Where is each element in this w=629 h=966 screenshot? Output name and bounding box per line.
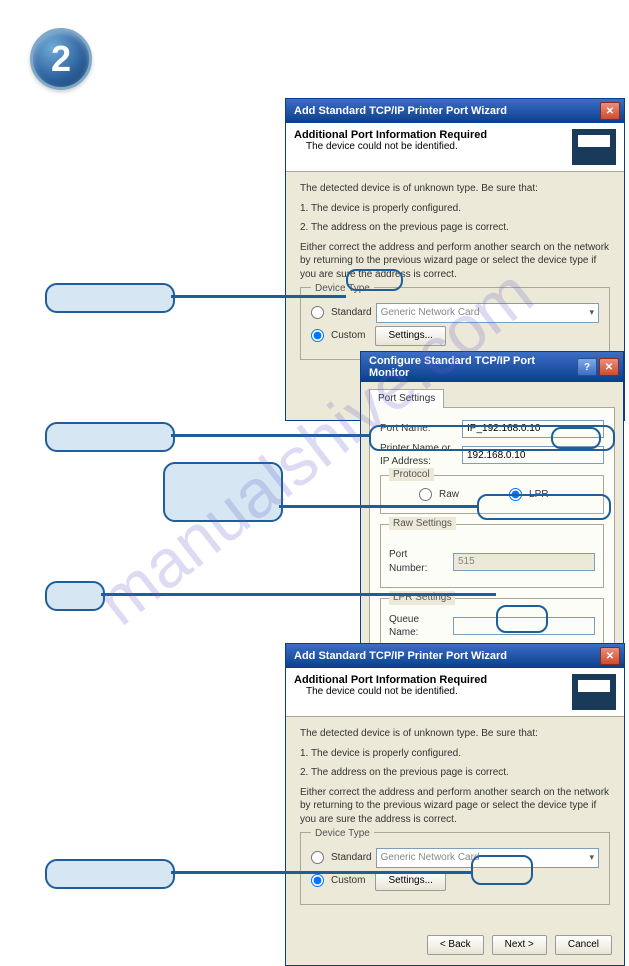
next-button[interactable]: Next > <box>492 935 547 955</box>
radio-custom-label: Custom <box>331 874 365 888</box>
header-bold: Additional Port Information Required <box>294 674 487 686</box>
radio-custom[interactable] <box>311 329 324 342</box>
printer-icon <box>572 129 616 165</box>
port-num-input <box>453 553 595 571</box>
body-text2: Either correct the address and perform a… <box>300 241 610 282</box>
radio-custom[interactable] <box>311 874 324 887</box>
callout-line <box>171 434 369 437</box>
radio-standard-label: Standard <box>331 306 372 320</box>
dialog-body: The detected device is of unknown type. … <box>286 717 624 927</box>
header-bold: Additional Port Information Required <box>294 129 487 141</box>
printer-icon <box>572 674 616 710</box>
dialog-title: Add Standard TCP/IP Printer Port Wizard <box>294 650 507 662</box>
group-legend: Device Type <box>311 282 374 296</box>
chevron-down-icon: ▾ <box>589 306 594 318</box>
callout-box-small <box>45 581 105 611</box>
chevron-down-icon: ▾ <box>589 851 594 863</box>
body-text: The detected device is of unknown type. … <box>300 727 610 741</box>
body-text: The detected device is of unknown type. … <box>300 182 610 196</box>
body-li1: 1. The device is properly configured. <box>300 747 610 761</box>
header-sub: The device could not be identified. <box>306 686 458 697</box>
close-icon[interactable]: ✕ <box>599 358 619 376</box>
callout-box <box>45 859 175 889</box>
card-select[interactable]: Generic Network Card ▾ <box>376 303 599 323</box>
protocol-legend: Protocol <box>389 468 434 482</box>
raw-legend: Raw Settings <box>389 517 456 531</box>
titlebar: Add Standard TCP/IP Printer Port Wizard … <box>286 644 624 668</box>
titlebar: Add Standard TCP/IP Printer Port Wizard … <box>286 99 624 123</box>
group-legend: Device Type <box>311 827 374 841</box>
radio-standard-label: Standard <box>331 851 372 865</box>
dialog-header: Additional Port Information Required The… <box>286 668 624 717</box>
radio-standard[interactable] <box>311 851 324 864</box>
close-icon[interactable]: ✕ <box>600 647 620 665</box>
radio-custom-label: Custom <box>331 329 365 343</box>
tab-port-settings[interactable]: Port Settings <box>369 389 444 408</box>
queue-label: Queue Name: <box>389 613 447 640</box>
radio-standard[interactable] <box>311 306 324 319</box>
body-li2: 2. The address on the previous page is c… <box>300 766 610 780</box>
body-li2: 2. The address on the previous page is c… <box>300 221 610 235</box>
step-badge: 2 <box>30 28 92 90</box>
queue-input[interactable] <box>453 617 595 635</box>
callout-box <box>45 422 175 452</box>
callout-line <box>171 871 471 874</box>
addr-input[interactable] <box>462 446 604 464</box>
device-type-group: Device Type Standard Generic Network Car… <box>300 287 610 360</box>
addr-label: Printer Name or IP Address: <box>380 442 456 469</box>
card-select[interactable]: Generic Network Card ▾ <box>376 848 599 868</box>
port-num-label: Port Number: <box>389 548 447 575</box>
dialog-title: Configure Standard TCP/IP Port Monitor <box>369 355 577 379</box>
dialog-wizard-2: Add Standard TCP/IP Printer Port Wizard … <box>285 643 625 966</box>
dialog-title: Add Standard TCP/IP Printer Port Wizard <box>294 105 507 117</box>
callout-box <box>45 283 175 313</box>
help-icon[interactable]: ? <box>577 358 597 376</box>
body-li1: 1. The device is properly configured. <box>300 202 610 216</box>
back-button[interactable]: < Back <box>427 935 484 955</box>
device-type-group: Device Type Standard Generic Network Car… <box>300 832 610 905</box>
settings-button[interactable]: Settings... <box>375 326 445 346</box>
callout-box-large <box>163 462 283 522</box>
radio-lpr-label: LPR <box>529 488 548 502</box>
callout-line <box>101 593 496 596</box>
dialog-header: Additional Port Information Required The… <box>286 123 624 172</box>
header-sub: The device could not be identified. <box>306 141 458 152</box>
close-icon[interactable]: ✕ <box>600 102 620 120</box>
radio-raw[interactable] <box>419 488 432 501</box>
port-name-input[interactable] <box>462 420 604 438</box>
radio-lpr[interactable] <box>509 488 522 501</box>
titlebar: Configure Standard TCP/IP Port Monitor ?… <box>361 352 623 382</box>
cancel-button[interactable]: Cancel <box>555 935 612 955</box>
select-text: Generic Network Card <box>381 306 480 320</box>
port-name-label: Port Name: <box>380 422 456 436</box>
radio-raw-label: Raw <box>439 488 459 502</box>
settings-button[interactable]: Settings... <box>375 871 445 891</box>
select-text: Generic Network Card <box>381 851 480 865</box>
callout-line <box>171 295 346 298</box>
callout-line <box>279 505 477 508</box>
body-text2: Either correct the address and perform a… <box>300 786 610 827</box>
